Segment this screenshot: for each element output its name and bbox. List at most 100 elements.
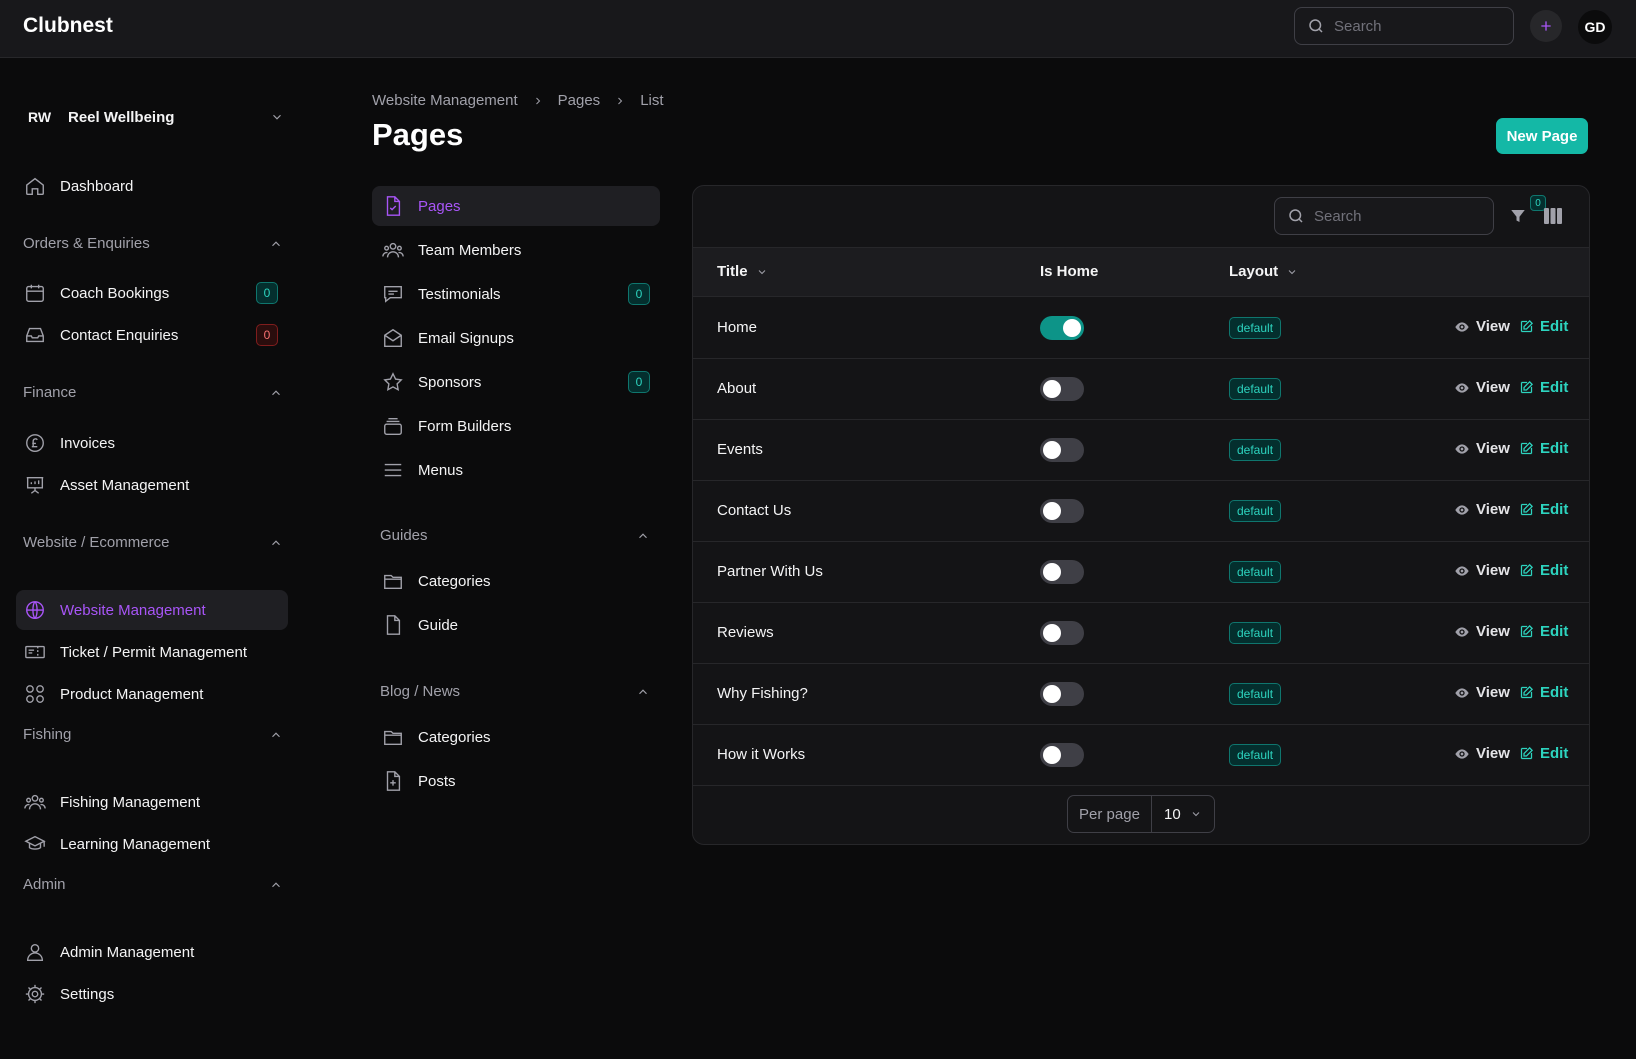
view-button[interactable]: View: [1454, 501, 1510, 518]
column-header-layout[interactable]: Layout: [1229, 263, 1298, 280]
sidebar-item-contact-enquiries[interactable]: Contact Enquiries 0: [16, 315, 288, 355]
tenant-switcher[interactable]: RW Reel Wellbeing: [28, 105, 284, 129]
group-orders-enquiries[interactable]: Orders & Enquiries: [23, 235, 283, 252]
sidebar-item-dashboard[interactable]: Dashboard: [16, 166, 288, 206]
view-button[interactable]: View: [1454, 379, 1510, 396]
group-admin[interactable]: Admin: [23, 876, 283, 893]
sidebar-item-label: Invoices: [60, 434, 116, 452]
subnav-label: Email Signups: [418, 329, 514, 347]
sidebar-item-invoices[interactable]: Invoices: [16, 423, 288, 463]
subnav-item-guide[interactable]: Guide: [372, 605, 660, 645]
view-button[interactable]: View: [1454, 440, 1510, 457]
new-page-button[interactable]: New Page: [1496, 118, 1588, 154]
eye-icon: [1455, 687, 1469, 698]
eye-icon: [1455, 626, 1469, 637]
sidebar-item-label: Website Management: [60, 601, 206, 619]
sidebar-item-admin-management[interactable]: Admin Management: [16, 932, 288, 972]
sidebar-item-asset-management[interactable]: Asset Management: [16, 465, 288, 505]
sidebar-item-ticket-permit-management[interactable]: Ticket / Permit Management: [16, 632, 288, 672]
view-button[interactable]: View: [1454, 623, 1510, 640]
pencil-square-icon: [1520, 319, 1534, 333]
subnav-item-guide-categories[interactable]: Categories: [372, 561, 660, 601]
subnav-item-team-members[interactable]: Team Members: [372, 230, 660, 270]
chat-bubble-icon: [384, 285, 402, 303]
sidebar-item-website-management[interactable]: Website Management: [16, 590, 288, 630]
subnav-item-blog-categories[interactable]: Categories: [372, 717, 660, 757]
chevron-right-icon: [618, 97, 623, 104]
home-icon: [26, 177, 44, 195]
group-label: Orders & Enquiries: [23, 235, 150, 252]
global-search-input[interactable]: [1334, 17, 1484, 35]
chevron-down-icon: [1288, 269, 1296, 274]
brand-logo[interactable]: Clubnest: [23, 14, 113, 38]
is-home-toggle[interactable]: [1040, 560, 1084, 584]
breadcrumb-pages[interactable]: Pages: [558, 92, 601, 109]
group-finance[interactable]: Finance: [23, 384, 283, 401]
table-row: Contact Us default View Edit: [693, 481, 1589, 542]
table-row: Reviews default View Edit: [693, 603, 1589, 664]
toggle-knob: [1043, 563, 1061, 581]
sidebar-item-settings[interactable]: Settings: [16, 974, 288, 1014]
edit-button[interactable]: Edit: [1519, 684, 1568, 701]
eye-icon: [1455, 748, 1469, 759]
is-home-toggle[interactable]: [1040, 377, 1084, 401]
sidebar-item-coach-bookings[interactable]: Coach Bookings 0: [16, 273, 288, 313]
view-button[interactable]: View: [1454, 318, 1510, 335]
edit-button[interactable]: Edit: [1519, 745, 1568, 762]
is-home-toggle[interactable]: [1040, 316, 1084, 340]
subnav-item-menus[interactable]: Menus: [372, 450, 660, 490]
bars-icon: [384, 463, 402, 477]
add-button[interactable]: [1530, 10, 1562, 42]
subnav-item-sponsors[interactable]: Sponsors 0: [372, 362, 660, 402]
page-title: Pages: [372, 117, 464, 152]
is-home-toggle[interactable]: [1040, 682, 1084, 706]
sidebar-item-learning-management[interactable]: Learning Management: [16, 824, 288, 864]
chevron-up-icon: [272, 539, 280, 545]
per-page-select[interactable]: 10: [1152, 806, 1214, 823]
table-search[interactable]: [1274, 197, 1494, 235]
column-header-title[interactable]: Title: [717, 263, 768, 280]
subnav-item-email-signups[interactable]: Email Signups: [372, 318, 660, 358]
page-title-cell: How it Works: [717, 746, 806, 763]
is-home-toggle[interactable]: [1040, 438, 1084, 462]
edit-button[interactable]: Edit: [1519, 562, 1568, 579]
is-home-toggle[interactable]: [1040, 743, 1084, 767]
pencil-square-icon: [1520, 441, 1534, 455]
subnav-item-testimonials[interactable]: Testimonials 0: [372, 274, 660, 314]
view-button[interactable]: View: [1454, 684, 1510, 701]
sidebar-item-fishing-management[interactable]: Fishing Management: [16, 782, 288, 822]
table-search-input[interactable]: [1314, 207, 1464, 225]
edit-button[interactable]: Edit: [1519, 440, 1568, 457]
edit-button[interactable]: Edit: [1519, 501, 1568, 518]
edit-button[interactable]: Edit: [1519, 623, 1568, 640]
edit-button[interactable]: Edit: [1519, 379, 1568, 396]
columns-icon[interactable]: [1544, 208, 1562, 224]
sidebar-item-label: Contact Enquiries: [60, 326, 179, 344]
subnav-label: Menus: [418, 461, 464, 479]
count-badge: 0: [628, 283, 650, 305]
per-page-selector[interactable]: Per page 10: [1067, 795, 1215, 833]
folder-icon: [384, 574, 402, 590]
view-label: View: [1476, 501, 1510, 518]
view-button[interactable]: View: [1454, 745, 1510, 762]
edit-button[interactable]: Edit: [1519, 318, 1568, 335]
users-group-icon: [24, 794, 46, 810]
global-search[interactable]: [1294, 7, 1514, 45]
filter-icon[interactable]: [1509, 207, 1527, 225]
subnav-item-pages[interactable]: Pages: [372, 186, 660, 226]
user-avatar[interactable]: GD: [1578, 10, 1612, 44]
breadcrumb-website-management[interactable]: Website Management: [372, 92, 518, 109]
is-home-toggle[interactable]: [1040, 621, 1084, 645]
tenant-initials: RW: [28, 109, 52, 125]
group-fishing[interactable]: Fishing: [23, 726, 283, 743]
subnav-group-guides[interactable]: Guides: [380, 527, 650, 544]
view-button[interactable]: View: [1454, 562, 1510, 579]
pages-table: 0 Title Is Home Layout HomedefaultViewEd…: [692, 185, 1590, 845]
subnav-item-posts[interactable]: Posts: [372, 761, 660, 801]
is-home-toggle[interactable]: [1040, 499, 1084, 523]
inbox-icon: [26, 327, 44, 343]
subnav-group-blog-news[interactable]: Blog / News: [380, 683, 650, 700]
group-website-ecommerce[interactable]: Website / Ecommerce: [23, 534, 283, 551]
sidebar-item-product-management[interactable]: Product Management: [16, 674, 288, 714]
subnav-item-form-builders[interactable]: Form Builders: [372, 406, 660, 446]
